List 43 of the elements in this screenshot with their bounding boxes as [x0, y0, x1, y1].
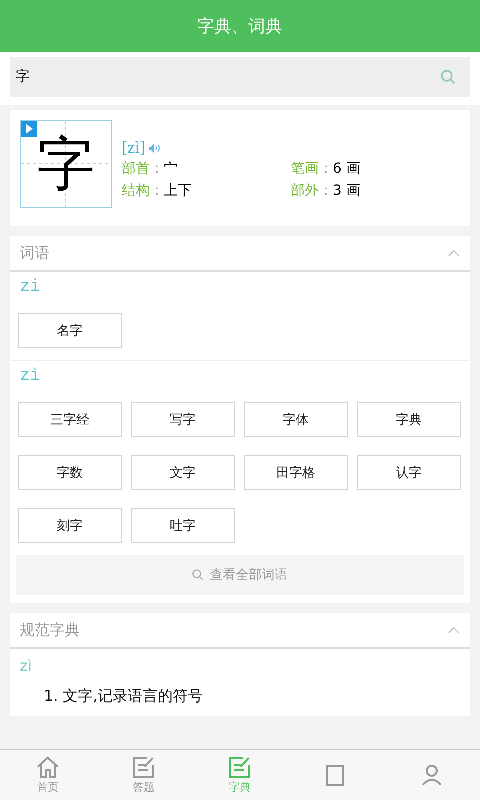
word-button[interactable]: 字体 — [244, 402, 348, 437]
word-button[interactable]: 名字 — [18, 313, 122, 348]
word-button[interactable]: 文字 — [131, 455, 235, 490]
word-button[interactable]: 吐字 — [131, 508, 235, 543]
section-title: 规范字典 — [20, 620, 80, 640]
chevron-icon[interactable] — [448, 249, 460, 257]
field-value: 6 画 — [333, 160, 360, 178]
pinyin: zi — [20, 278, 42, 297]
pinyin: [zì] — [122, 138, 146, 158]
section-title: 词语 — [20, 244, 50, 262]
field-value: 3 画 — [333, 182, 360, 200]
word-button[interactable]: 认字 — [357, 455, 461, 490]
search-icon[interactable] — [440, 69, 456, 85]
word-button[interactable]: 字数 — [18, 455, 122, 490]
search-icon — [192, 569, 204, 581]
word-button[interactable]: 字典 — [357, 402, 461, 437]
colon: ： — [150, 182, 164, 200]
play-icon[interactable] — [21, 121, 37, 137]
character: 字 — [37, 135, 95, 193]
field-value: 上下 — [164, 182, 192, 200]
pinyin: zì — [20, 367, 42, 386]
colon: ： — [319, 160, 333, 178]
pinyin: zì — [19, 656, 34, 677]
speaker-icon[interactable] — [148, 144, 160, 152]
field-label: 笔画 — [291, 160, 319, 178]
field-label: 部外 — [291, 182, 319, 200]
word-button[interactable]: 田字格 — [244, 455, 348, 490]
user-icon — [420, 764, 444, 786]
page-title: 字典、词典 — [198, 16, 282, 38]
word-button[interactable]: 写字 — [131, 402, 235, 437]
word-button[interactable]: 三字经 — [18, 402, 122, 437]
edit-icon — [132, 756, 156, 778]
edit-icon — [228, 756, 252, 778]
word-button[interactable]: 刻字 — [18, 508, 122, 543]
field-label: 部首 — [122, 160, 150, 178]
field-value: 宀 — [164, 160, 178, 178]
colon: ： — [319, 182, 333, 200]
field-label: 结构 — [122, 182, 150, 200]
colon: ： — [150, 160, 164, 178]
chevron-icon[interactable] — [448, 626, 460, 634]
home-icon — [36, 756, 60, 778]
search-field[interactable]: 字 — [10, 57, 470, 97]
definition: 1. 文字,记录语言的符号 — [43, 686, 204, 707]
